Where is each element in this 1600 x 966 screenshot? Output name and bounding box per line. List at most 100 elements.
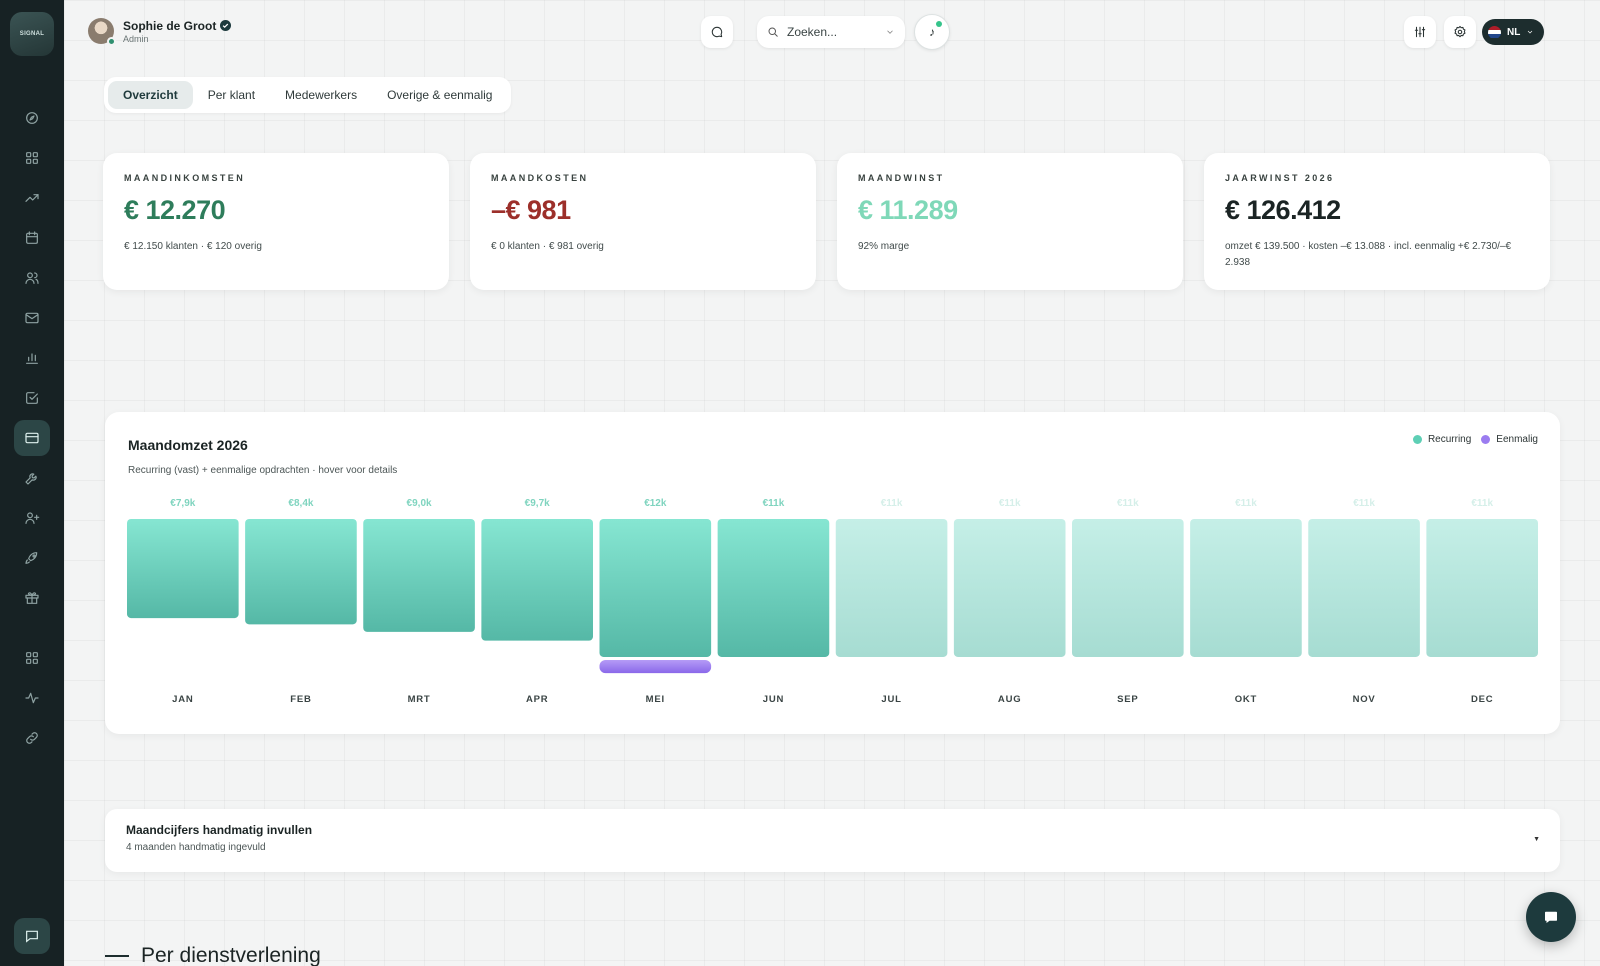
music-player-button[interactable]: ♪	[914, 14, 950, 50]
filters-button[interactable]	[1404, 16, 1436, 48]
search-input[interactable]	[787, 25, 877, 39]
messages-button[interactable]	[701, 16, 733, 48]
language-code: NL	[1507, 26, 1521, 38]
sidebar-item-finance[interactable]	[14, 420, 50, 456]
bar-recurring-aug[interactable]	[953, 519, 1066, 657]
chat-sidebar-button[interactable]	[14, 918, 50, 954]
stat-value: € 11.289	[858, 195, 958, 225]
bar-recurring-dec[interactable]	[1426, 519, 1538, 657]
stat-value: –€ 981	[491, 195, 571, 225]
sidebar-item-tools[interactable]	[14, 460, 50, 496]
gear-icon	[1454, 25, 1466, 38]
bar-recurring-jan[interactable]	[127, 519, 239, 619]
bar-recurring-jul[interactable]	[835, 519, 948, 657]
music-note-icon: ♪	[929, 25, 935, 39]
bar-recurring-apr[interactable]	[481, 519, 593, 641]
language-selector[interactable]: NL	[1482, 19, 1544, 45]
sidebar-item-launch[interactable]	[14, 540, 50, 576]
sidebar-item-trends[interactable]	[14, 180, 50, 216]
sidebar-item-tasks[interactable]	[14, 380, 50, 416]
sidebar-item-gifts[interactable]	[14, 580, 50, 616]
stat-label: JAARWINST 2026	[1225, 173, 1335, 183]
month-label-jul: JUL	[881, 694, 901, 705]
search-icon	[768, 27, 778, 37]
month-label-sep: SEP	[1117, 694, 1138, 705]
section-header: Per dienstverlening	[105, 944, 321, 966]
sidebar-nav	[14, 100, 50, 760]
sidebar-item-team[interactable]	[14, 260, 50, 296]
online-status-dot	[107, 37, 116, 46]
manual-input-panel[interactable]: Maandcijfers handmatig invullen 4 maande…	[105, 809, 1560, 872]
bar-recurring-sep[interactable]	[1072, 519, 1184, 657]
stat-card-maandkosten: MAANDKOSTEN –€ 981 € 0 klanten · € 981 o…	[470, 153, 816, 290]
bar-recurring-mrt[interactable]	[363, 519, 475, 632]
apps-icon	[26, 652, 38, 664]
bar-value-label-dec: €11k	[1471, 498, 1493, 509]
manual-panel-subtitle: 4 maanden handmatig ingevuld	[126, 842, 266, 853]
sidebar-item-explore[interactable]	[14, 100, 50, 136]
tab-per-klant[interactable]: Per klant	[193, 81, 270, 109]
sliders-icon	[1414, 26, 1426, 38]
bar-value-label-feb: €8,4k	[288, 498, 313, 509]
section-title: Per dienstverlening	[141, 944, 321, 966]
bar-recurring-okt[interactable]	[1190, 519, 1302, 657]
app-logo[interactable]: SIGNAL	[10, 12, 54, 56]
tab-overige-eenmalig[interactable]: Overige & eenmalig	[372, 81, 507, 109]
rocket-icon	[25, 552, 38, 564]
search-bar[interactable]	[757, 16, 905, 48]
sidebar-item-links[interactable]	[14, 720, 50, 756]
sidebar-item-dashboard[interactable]	[14, 140, 50, 176]
chevron-down-icon[interactable]	[885, 27, 895, 37]
stat-card-maandwinst: MAANDWINST € 11.289 92% marge	[837, 153, 1183, 290]
month-label-aug: AUG	[998, 694, 1022, 705]
users-icon	[25, 272, 39, 284]
credit-card-icon	[25, 432, 39, 444]
sidebar-item-mail[interactable]	[14, 300, 50, 336]
bar-recurring-feb[interactable]	[245, 519, 357, 625]
sidebar-item-calendar[interactable]	[14, 220, 50, 256]
bar-eenmalig-mei[interactable]	[599, 659, 712, 674]
manual-panel-title: Maandcijfers handmatig invullen	[126, 823, 313, 837]
compass-icon	[26, 112, 38, 124]
stat-card-maandinkomsten: MAANDINKOMSTEN € 12.270 € 12.150 klanten…	[103, 153, 449, 290]
grid-icon	[26, 152, 38, 164]
chat-bubble-icon	[1545, 911, 1557, 923]
month-label-mrt: MRT	[408, 694, 431, 705]
stat-subtext: € 12.150 klanten · € 120 overig	[124, 241, 262, 252]
mail-icon	[25, 312, 39, 324]
netherlands-flag-icon	[1488, 25, 1501, 39]
stat-card-jaarwinst: JAARWINST 2026 € 126.412 omzet € 139.500…	[1204, 153, 1550, 290]
music-active-dot	[936, 21, 942, 27]
bar-recurring-mei[interactable]	[599, 519, 712, 657]
month-label-dec: DEC	[1471, 694, 1493, 705]
message-square-icon	[26, 930, 38, 943]
avatar[interactable]	[88, 18, 116, 46]
stat-subtext: 92% marge	[858, 241, 910, 252]
revenue-chart-card: Maandomzet 2026 Recurring (vast) + eenma…	[105, 412, 1560, 734]
stat-label: MAANDINKOMSTEN	[124, 173, 246, 183]
chat-fab-button[interactable]	[1526, 892, 1576, 942]
sidebar-item-activity[interactable]	[14, 680, 50, 716]
month-label-apr: APR	[526, 694, 548, 705]
wrench-icon	[25, 473, 37, 485]
settings-button[interactable]	[1444, 16, 1476, 48]
trending-up-icon	[25, 194, 39, 202]
user-profile[interactable]: Sophie de Groot Admin	[88, 18, 232, 46]
bar-value-label-jul: €11k	[881, 498, 903, 509]
bar-value-label-mrt: €9,0k	[407, 498, 432, 509]
sidebar-item-reports[interactable]	[14, 340, 50, 376]
stat-value: € 12.270	[124, 195, 226, 225]
user-name: Sophie de Groot	[123, 18, 217, 33]
bar-recurring-jun[interactable]	[717, 519, 830, 657]
bar-recurring-nov[interactable]	[1308, 519, 1420, 657]
tab-overzicht[interactable]: Overzicht	[108, 81, 193, 109]
bar-value-label-sep: €11k	[1117, 498, 1139, 509]
tab-medewerkers[interactable]: Medewerkers	[270, 81, 372, 109]
caret-down-icon[interactable]: ▼	[1533, 836, 1540, 843]
sidebar-item-add-user[interactable]	[14, 500, 50, 536]
bar-value-label-nov: €11k	[1353, 498, 1375, 509]
stat-label: MAANDWINST	[858, 173, 945, 183]
chat-bubble-icon	[711, 26, 723, 38]
sidebar-item-apps[interactable]	[14, 640, 50, 676]
top-header: Sophie de Groot Admin ♪ NL	[64, 0, 1600, 66]
